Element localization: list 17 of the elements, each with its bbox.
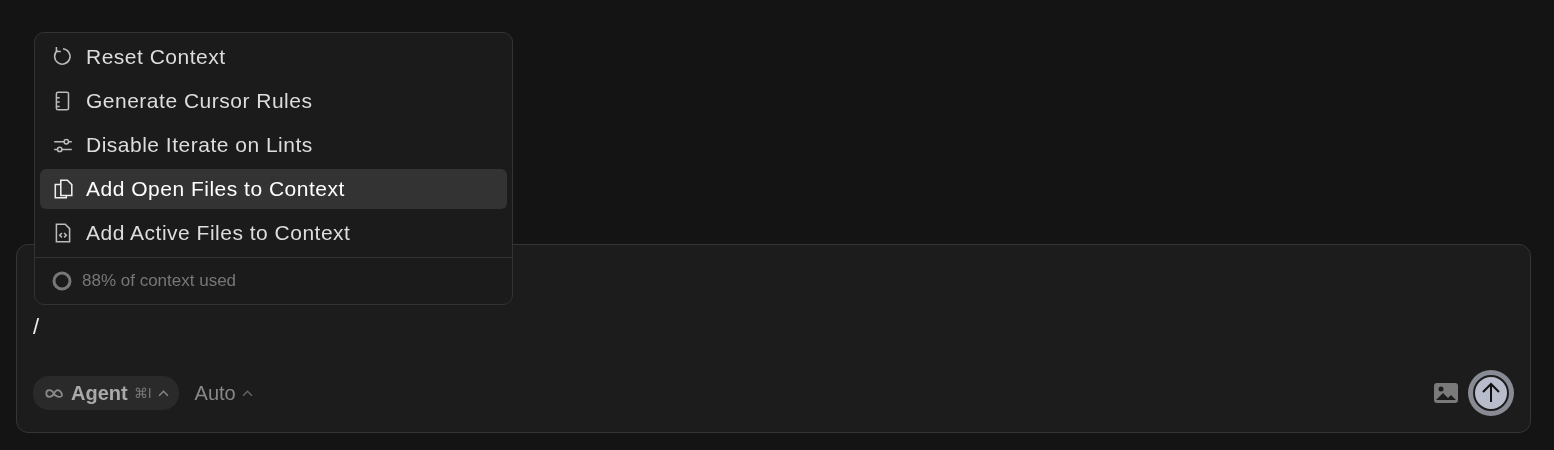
menu-item[interactable]: Generate Cursor Rules: [40, 81, 507, 121]
agent-mode-button[interactable]: Agent ⌘I: [33, 376, 179, 410]
caret-icon: [157, 389, 169, 397]
model-button[interactable]: Auto: [188, 380, 259, 406]
menu-item[interactable]: Add Active Files to Context: [40, 213, 507, 253]
infinity-icon: [43, 387, 65, 399]
send-button[interactable]: [1468, 370, 1514, 416]
menu-item[interactable]: Reset Context: [40, 37, 507, 77]
caret-icon: [241, 389, 253, 397]
message-input[interactable]: /: [33, 313, 233, 341]
image-icon[interactable]: [1434, 383, 1458, 403]
reset-icon: [52, 46, 74, 68]
ring-icon: [52, 271, 72, 291]
menu-item[interactable]: Disable Iterate on Lints: [40, 125, 507, 165]
context-usage: 88% of context used: [82, 271, 237, 291]
copy-icon: [52, 178, 74, 200]
menu-item[interactable]: Add Open Files to Context: [40, 169, 507, 209]
